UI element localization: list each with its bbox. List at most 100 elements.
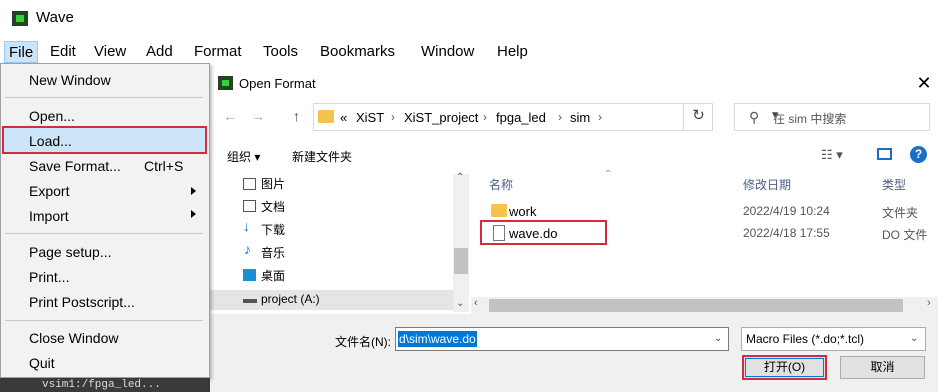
folder-icon <box>318 110 334 123</box>
documents-icon <box>243 200 256 212</box>
menu-window[interactable]: Window <box>417 41 478 63</box>
menu-item-close-window[interactable]: Close Window <box>29 327 118 349</box>
view-options-icon[interactable]: ☷ ▾ <box>821 147 843 163</box>
app-icon <box>12 11 28 26</box>
up-arrow-icon[interactable]: ↑ <box>293 108 300 124</box>
file-menu-dropdown: New Window Open... Load... Save Format..… <box>0 63 210 378</box>
menu-item-new-window[interactable]: New Window <box>29 69 111 91</box>
chevron-down-icon[interactable]: ⌄ <box>714 333 722 344</box>
nav-item-music[interactable]: 音乐 <box>261 244 285 261</box>
file-date: 2022/4/19 10:24 <box>743 204 830 218</box>
breadcrumb-overflow[interactable]: « <box>340 110 347 125</box>
dialog-app-icon <box>218 76 233 90</box>
nav-item-pictures[interactable]: 图片 <box>261 175 285 192</box>
chevron-up-icon[interactable]: ⌃ <box>456 172 464 183</box>
shortcut-label: Ctrl+S <box>144 158 184 174</box>
chevron-right-icon: › <box>598 110 602 124</box>
submenu-arrow-icon <box>191 187 196 195</box>
file-type: DO 文件 <box>882 228 928 242</box>
chevron-right-icon[interactable]: › <box>927 297 931 309</box>
chevron-down-icon[interactable]: ⌄ <box>910 333 918 344</box>
menu-item-print[interactable]: Print... <box>29 266 69 288</box>
file-type: 文件夹 <box>882 206 919 220</box>
search-input[interactable]: ⚲ 在 sim 中搜索 <box>734 103 930 131</box>
menu-help[interactable]: Help <box>493 41 532 63</box>
close-icon[interactable]: ✕ <box>914 72 934 94</box>
dialog-title: Open Format <box>239 76 316 91</box>
menu-separator <box>5 320 203 321</box>
menu-item-save-format[interactable]: Save Format... <box>29 155 121 177</box>
open-button[interactable]: 打开(O) <box>742 355 827 380</box>
menu-view[interactable]: View <box>90 41 130 63</box>
menu-bookmarks[interactable]: Bookmarks <box>316 41 399 63</box>
nav-item-documents[interactable]: 文档 <box>261 198 285 215</box>
filename-input[interactable]: d\sim\wave.do ⌄ <box>395 327 729 351</box>
menu-item-open[interactable]: Open... <box>29 105 75 127</box>
chevron-right-icon: › <box>483 110 487 124</box>
breadcrumb-fpga-led[interactable]: fpga_led <box>496 110 546 125</box>
breadcrumb-sim[interactable]: sim <box>570 110 590 125</box>
nav-item-desktop[interactable]: 桌面 <box>261 267 285 284</box>
back-arrow-icon[interactable]: ← <box>223 108 237 124</box>
desktop-icon <box>243 269 256 281</box>
menu-edit[interactable]: Edit <box>46 41 80 63</box>
horizontal-scrollbar-thumb[interactable] <box>489 299 903 312</box>
menu-item-import[interactable]: Import <box>29 205 69 227</box>
open-format-dialog: Open Format ✕ ← → ↑ « XiST › XiST_projec… <box>208 68 938 392</box>
file-type-value: Macro Files (*.do;*.tcl) <box>746 332 865 346</box>
structure-item[interactable]: vsim1:/fpga_led... <box>42 378 161 392</box>
structure-pane-strip: vsim1:/fpga_led... <box>0 378 210 392</box>
search-icon: ⚲ <box>749 109 760 125</box>
menu-tools[interactable]: Tools <box>259 41 302 63</box>
breadcrumb-xist-project[interactable]: XiST_project <box>404 110 478 125</box>
window-title: Wave <box>36 9 74 26</box>
menu-item-load[interactable]: Load... <box>29 130 72 152</box>
dialog-title-bar: Open Format ✕ <box>209 68 938 98</box>
menu-format[interactable]: Format <box>190 41 246 63</box>
cancel-button[interactable]: 取消 <box>840 356 925 379</box>
nav-item-project-drive[interactable]: project (A:) <box>261 292 320 306</box>
column-header-name[interactable]: 名称 <box>489 176 513 193</box>
menu-item-print-postscript[interactable]: Print Postscript... <box>29 291 135 313</box>
forward-arrow-icon[interactable]: → <box>251 108 265 124</box>
chevron-right-icon: › <box>558 110 562 124</box>
chevron-left-icon[interactable]: ‹ <box>474 297 478 309</box>
nav-scrollbar-thumb[interactable] <box>454 248 468 274</box>
file-name: work <box>509 204 537 219</box>
menu-item-page-setup[interactable]: Page setup... <box>29 241 112 263</box>
address-bar[interactable]: « XiST › XiST_project › fpga_led › sim ›… <box>313 103 780 131</box>
menu-separator <box>5 233 203 234</box>
pictures-icon <box>243 178 256 190</box>
downloads-icon: ↓ <box>243 218 250 234</box>
submenu-arrow-icon <box>191 210 196 218</box>
organize-button[interactable]: 组织 ▾ <box>227 148 260 165</box>
menu-file[interactable]: File <box>4 41 39 63</box>
music-icon: ♪ <box>244 241 251 257</box>
menu-add[interactable]: Add <box>142 41 177 63</box>
nav-item-downloads[interactable]: 下载 <box>261 221 285 238</box>
column-header-type[interactable]: 类型 <box>882 176 906 193</box>
filename-value: d\sim\wave.do <box>398 331 477 347</box>
chevron-right-icon: › <box>391 110 395 124</box>
help-icon[interactable]: ? <box>910 146 927 163</box>
nav-scrollbar[interactable] <box>453 174 469 312</box>
preview-pane-icon[interactable] <box>877 148 892 160</box>
filename-label: 文件名(N): <box>335 335 391 349</box>
sort-arrow-icon: ⌃ <box>604 169 613 180</box>
folder-icon <box>491 204 507 217</box>
title-bar: Wave <box>0 0 938 38</box>
menu-separator <box>5 97 203 98</box>
refresh-icon[interactable]: ↻ <box>683 103 713 131</box>
search-placeholder: 在 sim 中搜索 <box>773 112 847 126</box>
column-header-modified[interactable]: 修改日期 <box>743 176 791 193</box>
file-type-select[interactable]: Macro Files (*.do;*.tcl) ⌄ <box>741 327 926 351</box>
breadcrumb-xist[interactable]: XiST <box>356 110 384 125</box>
chevron-down-icon[interactable]: ⌄ <box>456 298 464 309</box>
new-folder-button[interactable]: 新建文件夹 <box>292 148 352 165</box>
dialog-footer <box>209 314 938 392</box>
menu-item-quit[interactable]: Quit <box>29 352 55 374</box>
menu-item-export[interactable]: Export <box>29 180 69 202</box>
annotation-highlight <box>480 220 607 245</box>
file-date: 2022/4/18 17:55 <box>743 226 830 240</box>
drive-icon <box>243 299 257 303</box>
